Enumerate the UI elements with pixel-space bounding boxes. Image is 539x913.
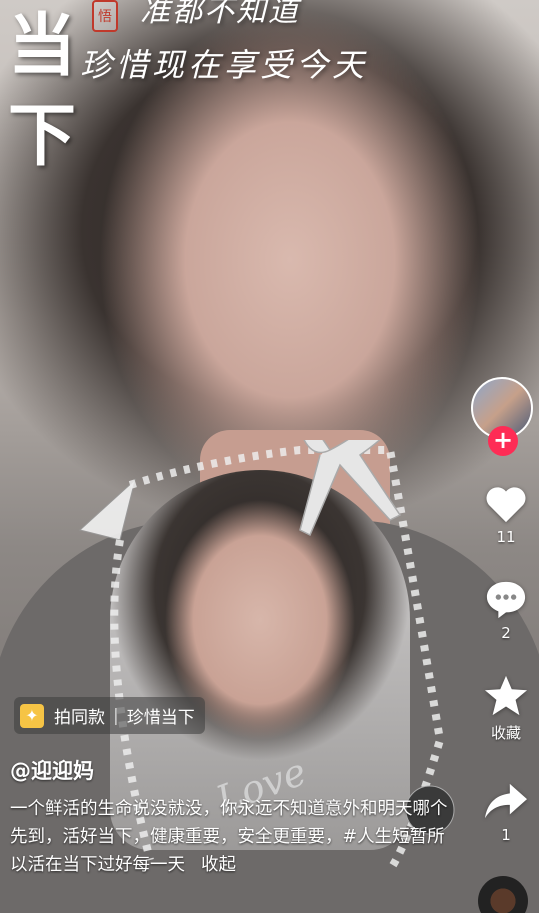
sparkle-icon: ✦ bbox=[20, 703, 44, 728]
star-icon bbox=[484, 675, 528, 716]
same-style-anchor[interactable]: ✦ 拍同款 | 珍惜当下 bbox=[14, 697, 205, 734]
favorite-button[interactable]: 收藏 bbox=[476, 674, 536, 743]
heart-icon bbox=[486, 487, 526, 523]
comment-count: 2 bbox=[501, 624, 511, 642]
comment-icon bbox=[486, 581, 526, 619]
seal-stamp: 悟 bbox=[92, 0, 118, 32]
author-name[interactable]: @迎迎妈 bbox=[10, 755, 94, 785]
comment-button[interactable]: 2 bbox=[476, 578, 536, 642]
like-button[interactable]: 11 bbox=[476, 482, 536, 546]
overlay-line-1: 准都不知道 bbox=[140, 0, 300, 29]
like-count: 11 bbox=[496, 528, 516, 546]
share-count: 1 bbox=[501, 826, 511, 844]
follow-plus-button[interactable]: + bbox=[488, 426, 518, 456]
favorite-label: 收藏 bbox=[490, 724, 521, 742]
overlay-line-2: 珍惜现在享受今天 bbox=[80, 46, 369, 84]
anchor-label: 拍同款 bbox=[54, 708, 105, 728]
anchor-separator: | bbox=[113, 705, 119, 726]
overlay-big-char-2: 下 bbox=[8, 96, 77, 176]
anchor-title: 珍惜当下 bbox=[126, 708, 195, 728]
overlay-big-char-1: 当 bbox=[8, 6, 77, 86]
share-button[interactable]: 1 bbox=[476, 780, 536, 844]
collapse-link[interactable]: 收起 bbox=[201, 855, 236, 875]
share-arrow-icon bbox=[485, 783, 527, 819]
video-description: 一个鲜活的生命说没就没，你永远不知道意外和明天哪个先到，活好当下，健康重要，安全… bbox=[10, 795, 450, 879]
video-screen[interactable]: Love 当 下 悟 准都不知道 珍惜现在享受今天 + 11 2 收藏 1 ✦ … bbox=[0, 0, 539, 913]
